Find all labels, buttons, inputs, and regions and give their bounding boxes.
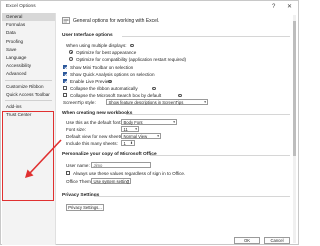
mini-toolbar-label: Show Mini Toolbar on selection: [70, 65, 134, 70]
font-size-label: Font size:: [66, 127, 86, 132]
default-font-label: Use this as the default font:: [66, 120, 122, 125]
personalize-header: Personalize your copy of Microsoft Offic…: [62, 152, 157, 157]
nav-item-quick-access-toolbar[interactable]: Quick Access Toolbar: [2, 91, 55, 99]
dialog-buttons: OK Cancel: [56, 237, 298, 245]
general-options-icon: [62, 17, 70, 24]
radio-compatibility-label: Optimize for compatibility (application …: [76, 57, 187, 62]
cancel-button[interactable]: Cancel: [264, 237, 290, 244]
user-name-label: User name:: [66, 163, 90, 168]
nav-item-general[interactable]: General: [2, 13, 55, 22]
default-font-select[interactable]: Body Font ▾: [121, 119, 177, 125]
page-intro: General options for working with Excel.: [73, 18, 160, 24]
chevron-down-icon: ▾: [173, 120, 175, 124]
nav-item-trust-center[interactable]: Trust Center: [2, 111, 55, 119]
window-title: Excel Options: [6, 4, 36, 9]
live-preview-checkbox[interactable]: [63, 79, 68, 84]
scrollbar-thumb[interactable]: [293, 21, 296, 156]
font-size-value: 11: [123, 127, 128, 132]
default-view-value: Normal View: [123, 134, 148, 139]
vertical-scrollbar[interactable]: [293, 15, 296, 243]
screentip-style-value: Show feature descriptions in ScreenTips: [108, 100, 184, 105]
screentip-style-select[interactable]: Show feature descriptions in ScreenTips …: [106, 99, 208, 105]
nav-item-add-ins[interactable]: Add-ins: [2, 103, 55, 111]
quick-analysis-checkbox[interactable]: [63, 72, 68, 77]
quick-analysis-label: Show Quick Analysis options on selection: [70, 72, 155, 77]
excel-options-window: Excel Options ? ✕ General Formulas Data …: [0, 0, 299, 245]
help-button[interactable]: ?: [272, 3, 275, 11]
always-use-values-label: Always use these values regardless of si…: [73, 171, 186, 176]
sheet-count-stepper[interactable]: 1 ⬍: [121, 140, 135, 146]
radio-compatibility[interactable]: [69, 57, 74, 62]
stepper-arrows-icon: ⬍: [129, 141, 133, 145]
always-use-values-checkbox[interactable]: [66, 171, 71, 176]
chevron-down-icon: ▾: [157, 134, 159, 138]
default-view-label: Default view for new sheets:: [66, 134, 124, 139]
privacy-settings-button[interactable]: Privacy Settings...: [66, 204, 104, 211]
default-view-select[interactable]: Normal View ▾: [121, 133, 161, 139]
section-divider: [126, 114, 290, 115]
sheet-count-label: Include this many sheets:: [66, 141, 118, 146]
live-preview-label: Enable Live Preview: [70, 79, 112, 84]
close-button[interactable]: ✕: [287, 3, 292, 11]
info-icon: i: [108, 79, 112, 84]
radio-best-appearance[interactable]: [69, 50, 74, 55]
nav-item-formulas[interactable]: Formulas: [2, 21, 55, 29]
ui-options-header: User Interface options: [62, 33, 113, 38]
section-divider: [122, 36, 290, 37]
info-icon: i: [178, 93, 182, 98]
user-name-input[interactable]: Jimo: [91, 162, 151, 168]
info-icon: i: [130, 43, 134, 48]
nav-item-data[interactable]: Data: [2, 29, 55, 37]
collapse-search-checkbox[interactable]: [63, 93, 68, 98]
nav-item-language[interactable]: Language: [2, 54, 55, 62]
chevron-down-icon: ▾: [135, 127, 137, 131]
nav-item-save[interactable]: Save: [2, 46, 55, 54]
section-divider: [94, 196, 290, 197]
office-theme-select[interactable]: Use system setting ▾: [91, 178, 131, 184]
chevron-down-icon: ▾: [204, 100, 206, 104]
nav-item-customize-ribbon[interactable]: Customize Ribbon: [2, 83, 55, 91]
screentip-style-label: ScreenTip style:: [63, 100, 96, 105]
info-icon: i: [152, 86, 156, 91]
new-workbooks-header: When creating new workbooks: [62, 111, 133, 116]
radio-best-appearance-label: Optimize for best appearance: [76, 50, 137, 55]
mini-toolbar-checkbox[interactable]: [63, 65, 68, 70]
nav-divider: [5, 100, 52, 102]
collapse-search-label: Collapse the Microsoft Search box by def…: [70, 93, 162, 98]
general-options-panel: General options for working with Excel. …: [58, 13, 296, 245]
office-theme-value: Use system setting: [93, 179, 129, 184]
nav-item-advanced[interactable]: Advanced: [2, 70, 55, 78]
chevron-down-icon: ▾: [127, 179, 129, 183]
nav-item-accessibility[interactable]: Accessibility: [2, 62, 55, 70]
title-bar: Excel Options ? ✕: [1, 1, 298, 13]
default-font-value: Body Font: [123, 120, 143, 125]
multi-display-label: When using multiple displays:: [66, 43, 127, 48]
ok-button[interactable]: OK: [234, 237, 260, 244]
sheet-count-value: 1: [123, 141, 126, 146]
collapse-ribbon-checkbox[interactable]: [63, 86, 68, 91]
options-nav: General Formulas Data Proofing Save Lang…: [2, 13, 56, 245]
font-size-select[interactable]: 11 ▾: [121, 126, 139, 132]
nav-item-proofing[interactable]: Proofing: [2, 38, 55, 46]
nav-divider: [5, 80, 52, 81]
collapse-ribbon-label: Collapse the ribbon automatically: [70, 86, 138, 91]
section-divider: [150, 155, 290, 156]
